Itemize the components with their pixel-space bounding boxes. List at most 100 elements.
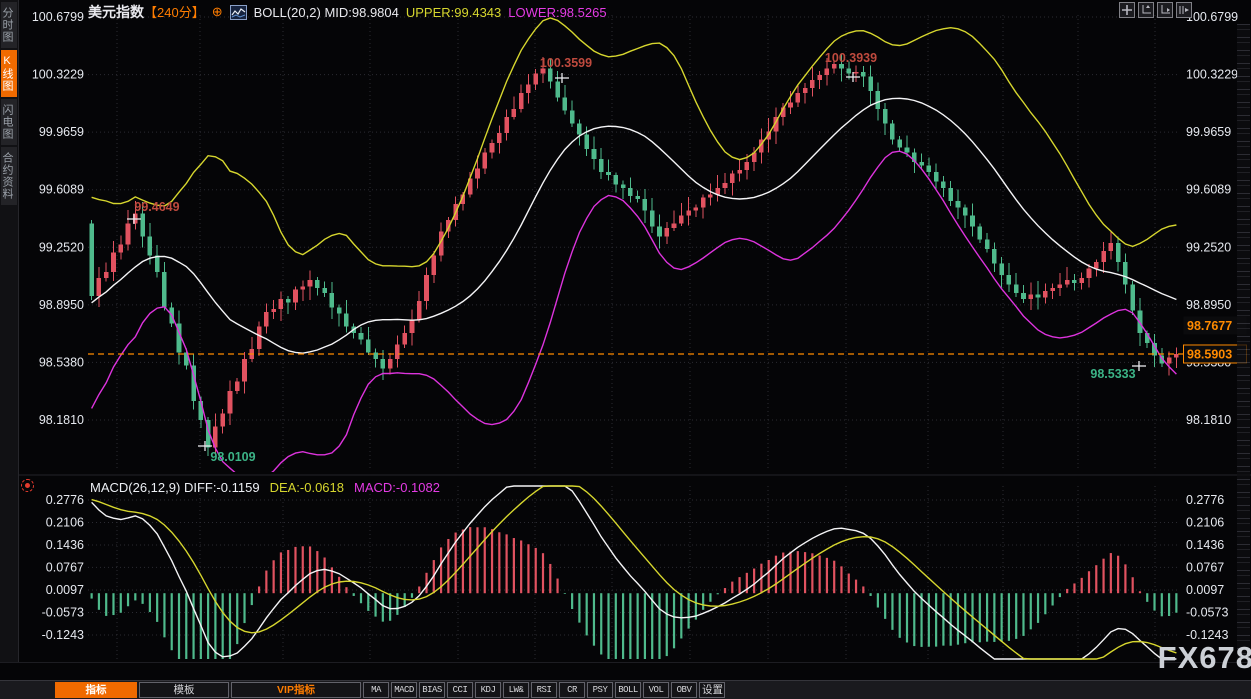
toolbar-button-OBV[interactable]: OBV [671,682,697,698]
toolbar-button-设置[interactable]: 设置 [699,682,725,698]
candle-body [293,290,298,303]
toolbar-button-BIAS[interactable]: BIAS [419,682,445,698]
toolbar-button-VIP指标[interactable]: VIP指标 [231,682,361,698]
scale-x-icon[interactable] [1157,2,1173,18]
y-axis-label: 100.3229 [1186,68,1238,82]
candle-body [963,207,968,215]
candle-body [162,272,167,307]
candle-body [148,236,153,255]
price-badge-value: 98.7677 [1187,319,1232,333]
macd-axis-label: -0.0573 [1186,605,1228,619]
candle-body [497,133,502,143]
candle-body [381,359,386,369]
candle-body [956,201,961,207]
candle-body [424,275,429,301]
candle-body [948,188,953,201]
candle-body [599,159,604,172]
pan-right-icon[interactable] [1176,2,1192,18]
candle-body [126,223,131,244]
y-axis-label: 99.9659 [39,125,84,139]
candle-body [1087,269,1092,279]
candle-body [1050,288,1055,291]
candle-body [861,72,866,77]
macd-title: MACD(26,12,9) DIFF:-0.1159 [90,480,260,495]
y-axis-label: 100.6799 [32,10,84,24]
candle-body [432,256,437,275]
candle-body [315,280,320,288]
candle-body [1101,251,1106,262]
crosshair-icon[interactable] [1119,2,1135,18]
candle-body [300,286,305,289]
macd-axis-label: 0.0767 [1186,560,1224,574]
toolbar-button-VOL[interactable]: VOL [643,682,669,698]
candle-body [854,72,859,74]
boll-lower-value: LOWER:98.5265 [508,5,606,20]
candle-body [1028,294,1033,299]
toolbar-button-MACD[interactable]: MACD [391,682,417,698]
sidebar-tab-item[interactable]: 分时图 [1,2,17,48]
boll-upper-value: UPPER:99.4343 [406,5,501,20]
candle-body [905,148,910,153]
candle-body [512,109,517,117]
toolbar-button-CR[interactable]: CR [559,682,585,698]
candle-body [490,143,495,153]
candle-body [344,314,349,327]
candle-body [657,227,662,237]
candle-body [1174,354,1179,357]
candle-body [286,299,291,302]
candle-body [271,309,276,312]
toolbar-button-模板[interactable]: 模板 [139,682,229,698]
candle-body [1021,293,1026,299]
toolbar-button-KDJ[interactable]: KDJ [475,682,501,698]
candle-body [992,249,997,264]
toolbar-button-BOLL[interactable]: BOLL [615,682,641,698]
candle-body [118,244,123,252]
boll-mid-line [92,98,1177,353]
sidebar-tab-active[interactable]: K线图 [1,50,17,97]
toolbar-button-RSI[interactable]: RSI [531,682,557,698]
macd-axis-label: 0.2106 [46,515,84,529]
candle-body [417,301,422,320]
scale-y-icon[interactable] [1138,2,1154,18]
y-axis-label: 98.8950 [1186,298,1231,312]
sidebar-tab-item[interactable]: 合约资料 [1,147,17,205]
candle-body [868,77,873,92]
candle-body [97,278,102,296]
candle-body [796,93,801,103]
candle-body [526,85,531,93]
candle-body [395,344,400,359]
y-axis-label: 100.6799 [1186,10,1238,24]
candle-body [1065,280,1070,285]
candle-body [563,98,568,111]
toolbar-button-指标[interactable]: 指标 [55,682,137,698]
y-axis-label: 98.8950 [39,298,84,312]
sidebar-tab-item[interactable]: 闪电图 [1,99,17,145]
boll-label: BOLL(20,2) MID:98.9804 [254,5,399,20]
toolbar-button-MA[interactable]: MA [363,682,389,698]
candle-body [89,223,94,296]
candle-body [1036,294,1041,297]
toolbar-button-LW&[interactable]: LW& [503,682,529,698]
indicator-settings-icon[interactable] [21,479,34,492]
toolbar-button-CCI[interactable]: CCI [447,682,473,698]
x-axis-strip: 240分 ▲ 2025/11/13 22:00~02:00 四 10/1310/… [0,662,1251,682]
scroll-strip[interactable] [1237,24,1250,660]
toolbar-button-PSY[interactable]: PSY [587,682,613,698]
macd-pane [92,486,1177,659]
candle-body [1043,291,1048,297]
macd-axis-label: 0.2106 [1186,515,1224,529]
boll-upper-line [92,18,1177,267]
candle-body [330,293,335,308]
candlestick-chart-canvas[interactable]: 100.6799100.6799100.3229100.322999.96599… [0,0,1251,699]
candle-body [308,280,313,286]
indicator-chart-icon[interactable] [230,5,247,20]
candle-body [999,264,1004,275]
candle-body [533,73,538,84]
fx678-watermark: FX678 [1158,640,1251,676]
candle-body [883,109,888,124]
candle-body [978,227,983,240]
period-tag: 【240分】 [144,5,205,20]
candle-body [1123,262,1128,285]
indicator-toolbar-items: 指标模板VIP指标MAMACDBIASCCIKDJLW&RSICRPSYBOLL… [55,682,725,698]
link-icon[interactable]: ⊕ [212,4,223,20]
